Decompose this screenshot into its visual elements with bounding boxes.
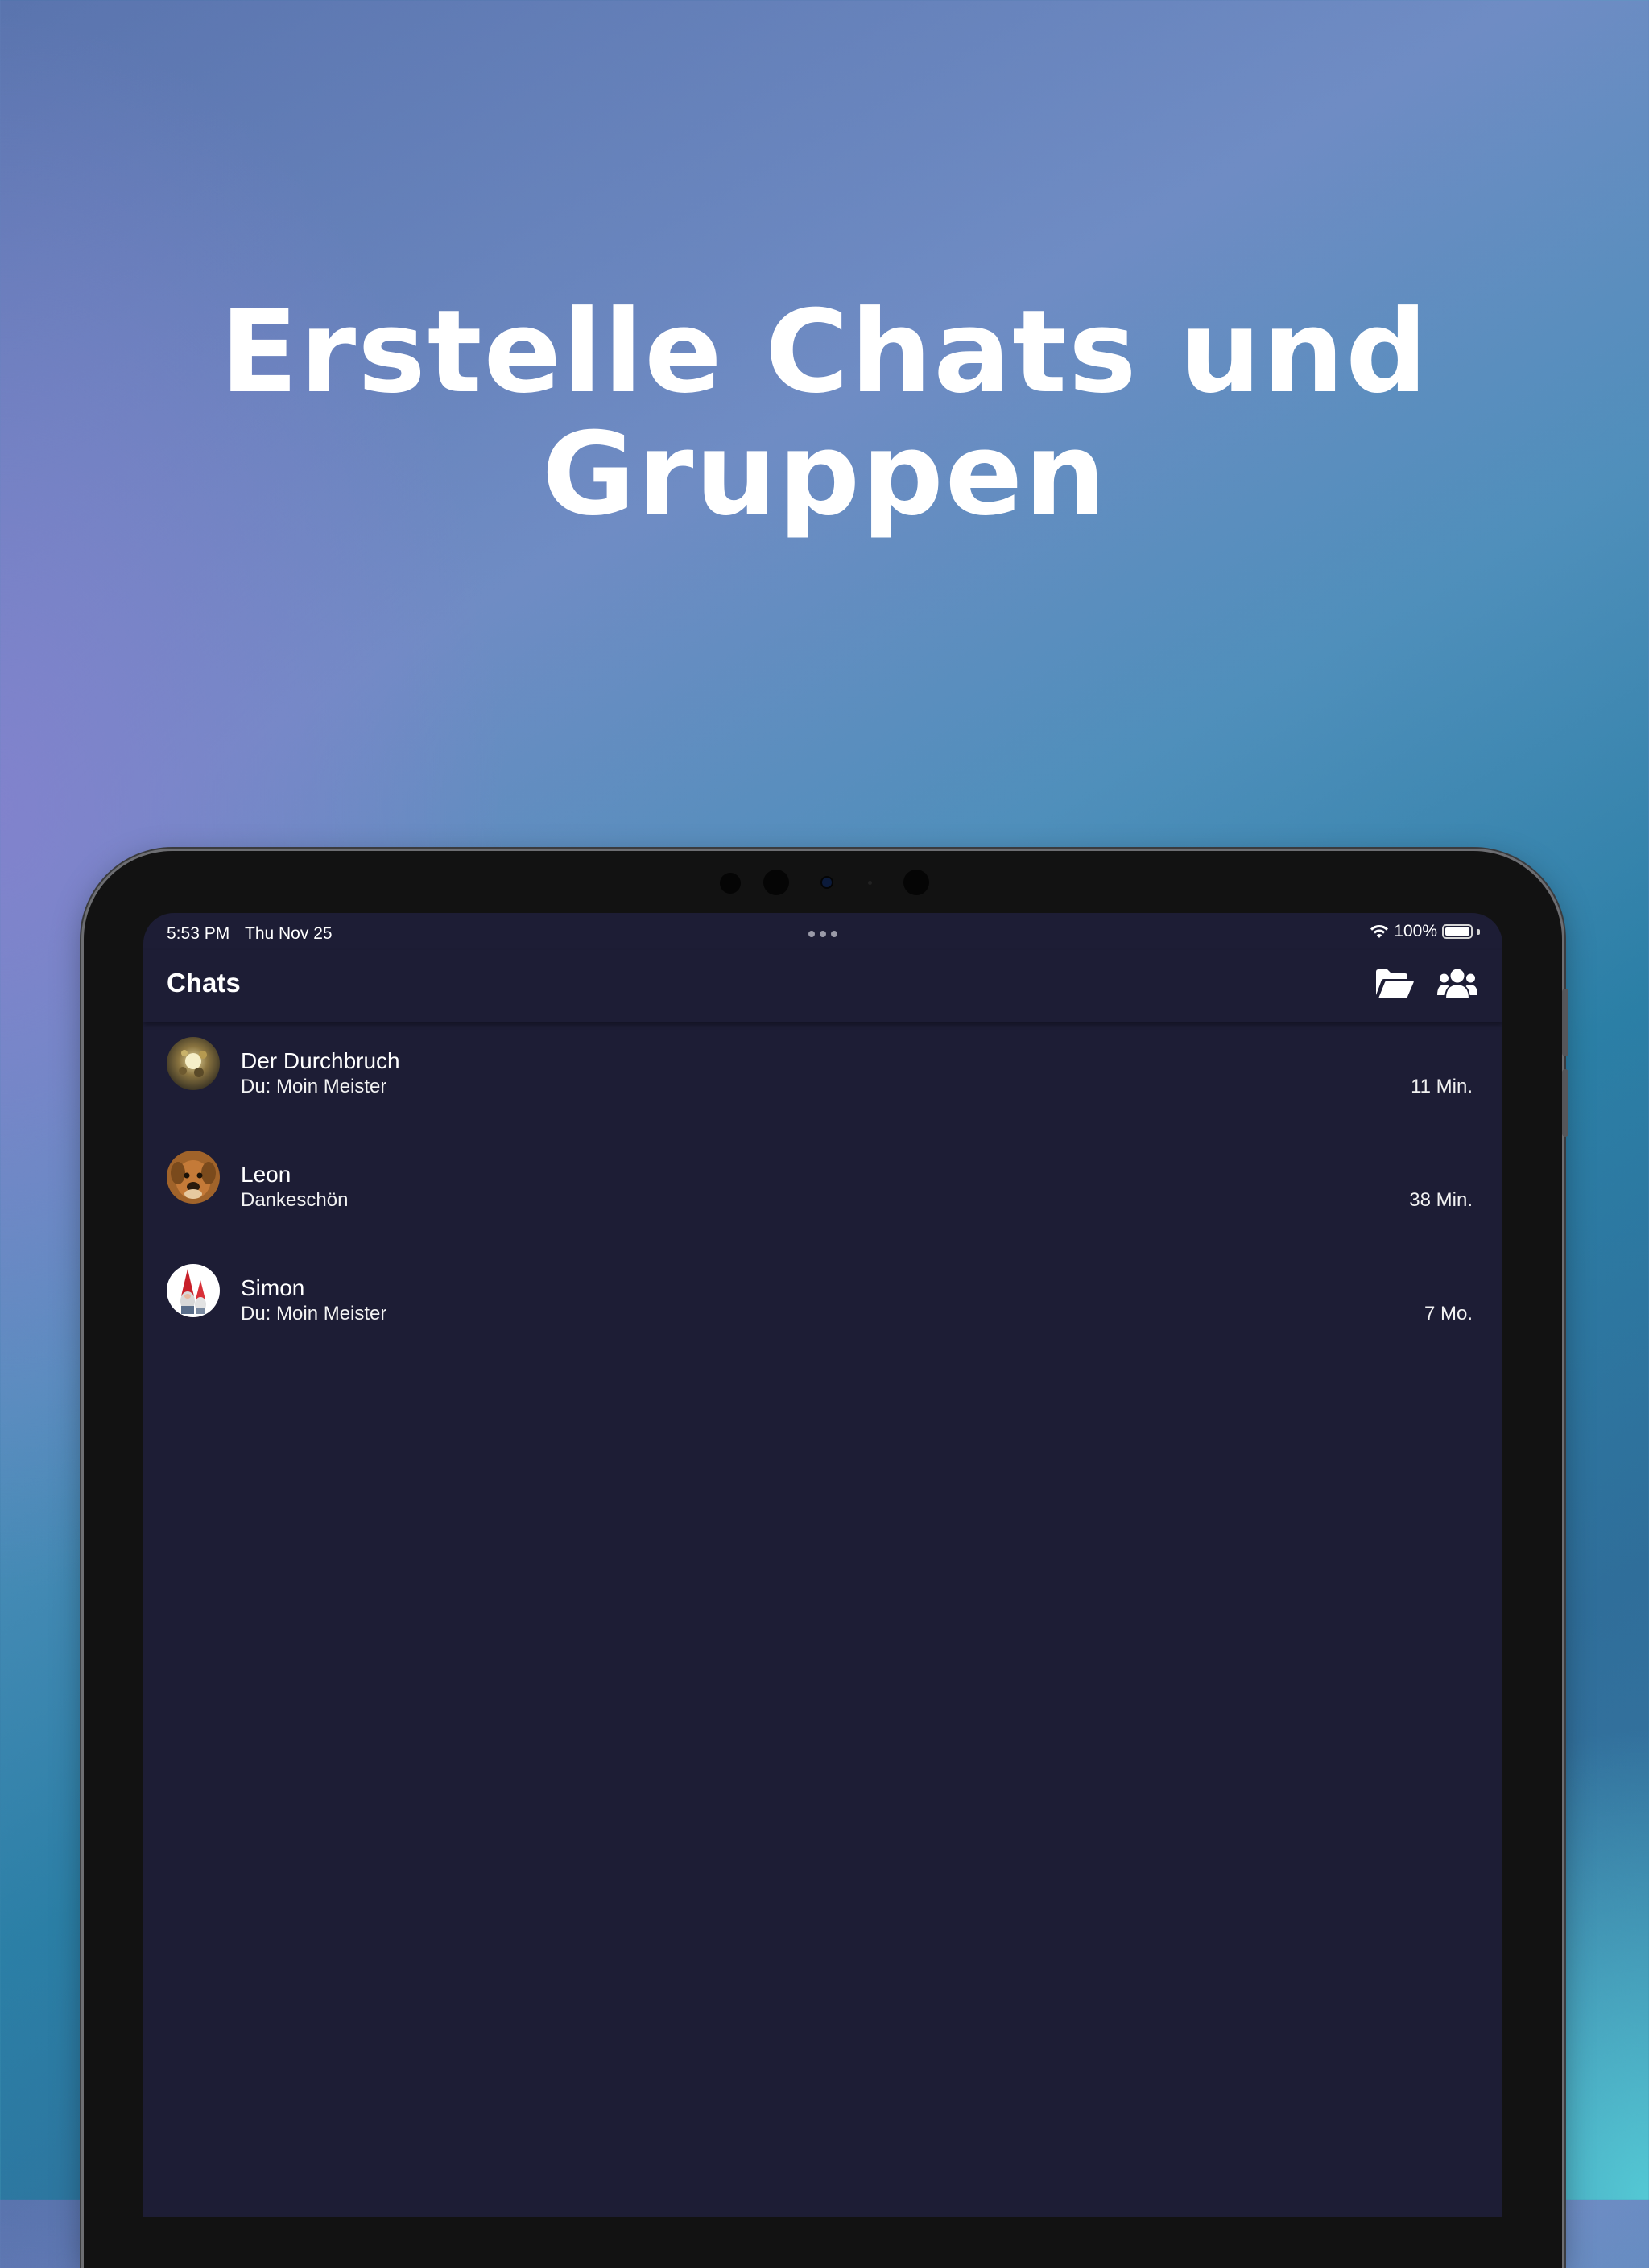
hero-title-line-2: Gruppen: [541, 408, 1108, 541]
chat-name: Simon: [241, 1275, 305, 1300]
hero-title: Erstelle Chats und Gruppen: [0, 291, 1649, 536]
sensor-dot: [903, 870, 929, 895]
chat-timestamp: 38 Min.: [1409, 1189, 1473, 1211]
status-indicators: 100%: [1370, 922, 1480, 941]
chat-name: Leon: [241, 1162, 291, 1187]
group-icon: [1437, 969, 1477, 998]
front-camera-icon: [822, 878, 832, 887]
chat-timestamp: 7 Mo.: [1424, 1303, 1473, 1324]
sensor-dot: [720, 873, 741, 894]
chat-last-message: Dankeschön: [241, 1189, 349, 1211]
chat-list-item[interactable]: Simon Du: Moin Meister 7 Mo.: [143, 1253, 1502, 1366]
chat-name: Der Durchbruch: [241, 1048, 400, 1073]
sensor-dot: [868, 881, 872, 885]
chat-last-message: Du: Moin Meister: [241, 1303, 387, 1324]
chat-list-item[interactable]: Leon Dankeschön 38 Min.: [143, 1139, 1502, 1253]
battery-percentage: 100%: [1394, 922, 1437, 940]
device-volume-down-button: [1562, 1069, 1568, 1137]
avatar-simon: [167, 1264, 220, 1317]
battery-icon: [1442, 924, 1473, 939]
chat-list-item[interactable]: Der Durchbruch Du: Moin Meister 11 Min.: [143, 1026, 1502, 1139]
app-bar: Chats: [143, 950, 1502, 1022]
folder-open-icon: [1376, 969, 1414, 998]
avatar-durchbruch: [167, 1037, 220, 1090]
chat-last-message: Du: Moin Meister: [241, 1076, 387, 1097]
device-volume-up-button: [1562, 989, 1568, 1056]
avatar-leon: [167, 1151, 220, 1204]
status-date: Thu Nov 25: [245, 924, 333, 943]
multitasking-dots-icon[interactable]: [808, 931, 837, 937]
chat-timestamp: 11 Min.: [1411, 1076, 1473, 1097]
status-time: 5:53 PM: [167, 924, 230, 943]
page-title: Chats: [167, 968, 241, 998]
app-screen: 5:53 PM Thu Nov 25 100% Chats Der Durchb…: [143, 913, 1502, 2217]
new-group-button[interactable]: [1436, 966, 1478, 1002]
hero-title-line-1: Erstelle Chats und: [220, 286, 1429, 419]
folder-open-button[interactable]: [1374, 966, 1415, 1002]
sensor-dot: [763, 870, 789, 895]
status-bar: 5:53 PM Thu Nov 25 100%: [143, 913, 1502, 950]
chat-list: Der Durchbruch Du: Moin Meister 11 Min. …: [143, 1026, 1502, 1366]
wifi-icon: [1370, 925, 1389, 938]
